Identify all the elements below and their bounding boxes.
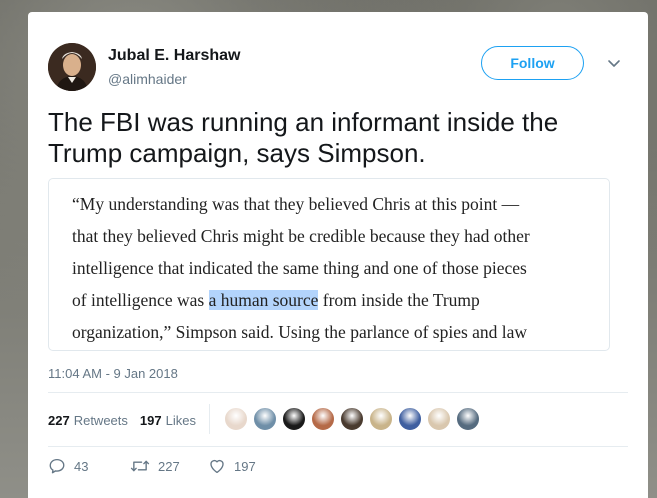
likes-stat[interactable]: 197 Likes [140,413,196,428]
liker-avatar-5[interactable] [340,407,364,431]
tweet-card: Jubal E. Harshaw @alimhaider Follow The … [28,12,648,498]
reply-button[interactable]: 43 [48,457,130,475]
liker-avatar-4[interactable] [311,407,335,431]
heart-icon [210,459,224,474]
likes-count: 197 [139,412,162,428]
liker-avatar-8[interactable] [427,407,451,431]
quote-line: organization,” Simpson said. Using the p… [72,316,530,348]
divider [48,392,628,393]
liker-avatar-7[interactable] [398,407,422,431]
portrait-icon [48,43,96,91]
quote-text-segment: organization,” Simpson said. Using the p… [72,322,528,342]
quote-line: of intelligence was a human source from … [72,284,530,316]
quote-text-segment: that they believed Chris might be credib… [72,226,530,246]
quote-line: “My understanding was that they believed… [72,188,530,220]
tweet-timestamp[interactable]: 11:04 AM - 9 Jan 2018 [48,366,178,381]
retweets-label: Retweets [73,412,128,428]
retweets-count: 227 [48,412,70,428]
quote-line: intelligence that indicated the same thi… [72,252,530,284]
likers-avatars [224,407,485,431]
tweet-actions: 43 227 197 [48,457,256,475]
tweet-stats: 227 Retweets 197 Likes [48,408,208,432]
quote-text-segment: “My understanding was that they believed… [72,194,520,214]
stats-separator [209,404,210,434]
quote-image-card[interactable]: “My understanding was that they believed… [48,178,610,351]
liker-avatar-1[interactable] [224,407,248,431]
like-button[interactable]: 197 [208,457,256,475]
quote-text-segment: of intelligence was [72,290,209,310]
liker-avatar-3[interactable] [282,407,306,431]
retweet-button[interactable]: 227 [130,457,208,475]
quote-text-segment: from inside the Trump [318,290,480,310]
author-names: Jubal E. Harshaw @alimhaider [108,46,241,88]
author-display-name[interactable]: Jubal E. Harshaw [108,46,241,66]
liker-avatar-9[interactable] [456,407,480,431]
quote-line: that they believed Chris might be credib… [72,220,530,252]
quote-text-segment: intelligence that indicated the same thi… [72,258,527,278]
like-count: 197 [234,458,256,474]
follow-button[interactable]: Follow [481,46,584,80]
tweet-text: The FBI was running an informant inside … [48,107,638,169]
retweets-stat[interactable]: 227 Retweets [48,413,128,428]
liker-avatar-2[interactable] [253,407,277,431]
reply-count: 43 [74,458,89,474]
tweet-header: Jubal E. Harshaw @alimhaider Follow [48,42,628,94]
tweet-text-line: Trump campaign, says Simpson. [48,138,426,168]
quote-text: “My understanding was that they believed… [72,188,530,348]
retweet-count: 227 [158,458,180,474]
author-avatar[interactable] [48,43,96,91]
tweet-text-line: The FBI was running an informant inside … [48,107,559,137]
likes-label: Likes [165,412,196,428]
divider [48,446,628,447]
author-handle[interactable]: @alimhaider [108,70,241,88]
retweet-icon [130,460,150,472]
highlighted-text: a human source [208,290,319,310]
reply-icon [49,458,65,474]
liker-avatar-6[interactable] [369,407,393,431]
chevron-down-icon[interactable] [606,56,622,72]
